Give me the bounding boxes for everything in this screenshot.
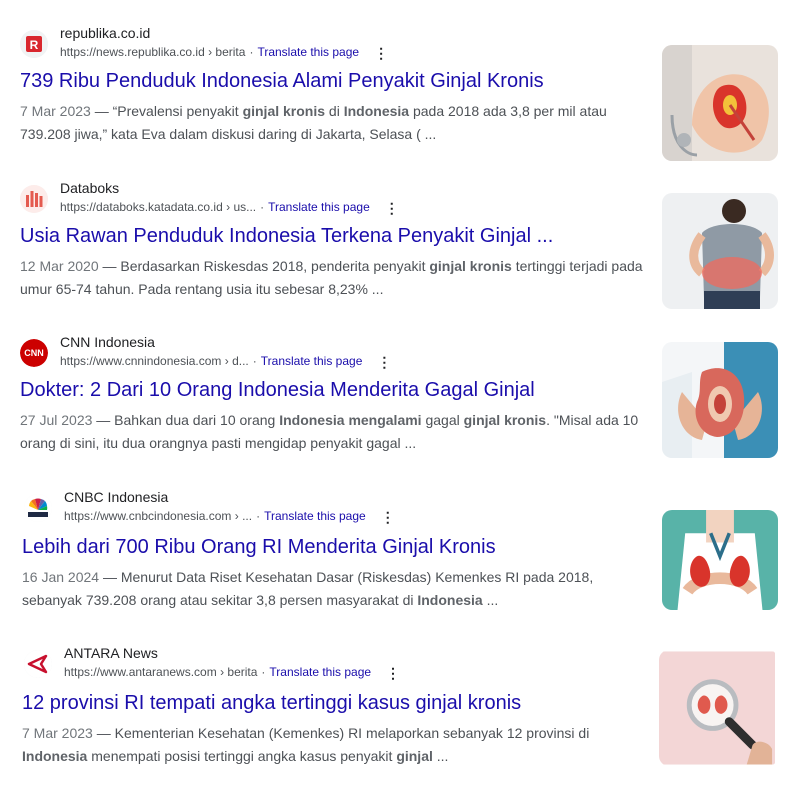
- republika-r-logo-icon: R: [20, 30, 48, 58]
- databoks-bars-icon: [20, 185, 48, 213]
- doctor-kidney-icon[interactable]: [662, 510, 778, 610]
- url-text: https://www.cnnindonesia.com › d...: [60, 354, 249, 368]
- back-pain-icon[interactable]: [662, 193, 778, 309]
- snippet-highlight: ginjal kronis: [242, 103, 326, 119]
- url-text: https://databoks.katadata.co.id › us...: [60, 200, 257, 214]
- site-name: CNBC Indonesia: [64, 489, 169, 505]
- result-snippet: 16 Jan 2024 — Menurut Data Riset Kesehat…: [22, 566, 647, 612]
- url-text: https://www.cnbcindonesia.com › ...: [64, 509, 253, 523]
- search-result: CNBC Indonesia https://www.cnbcindonesia…: [0, 489, 800, 640]
- cnbc-peacock-icon: [24, 494, 52, 522]
- search-result: R republika.co.id https://news.republika…: [0, 25, 800, 176]
- snippet-highlight: ginjal kronis: [429, 258, 512, 274]
- more-options-icon[interactable]: ⋮: [385, 666, 401, 680]
- snippet-highlight: ginjal kronis: [463, 412, 547, 428]
- result-snippet: 12 Mar 2020 — Berdasarkan Riskesdas 2018…: [20, 255, 645, 301]
- snippet-text: — Menurut Data Riset Kesehatan Dasar (Ri…: [22, 569, 594, 608]
- svg-text:CNN: CNN: [24, 348, 44, 358]
- more-options-icon[interactable]: ⋮: [380, 510, 396, 524]
- result-snippet: 27 Jul 2023 — Bahkan dua dari 10 orang I…: [20, 409, 645, 455]
- search-result: Databoks https://databoks.katadata.co.id…: [0, 180, 800, 331]
- translate-link[interactable]: Translate this page: [264, 509, 366, 523]
- snippet-date: 27 Jul 2023: [20, 412, 93, 428]
- snippet-date: 7 Mar 2023: [20, 103, 91, 119]
- snippet-text: menempati posisi tertinggi angka kasus p…: [87, 748, 397, 764]
- result-snippet: 7 Mar 2023 — “Prevalensi penyakit ginjal…: [20, 100, 645, 146]
- snippet-text: ...: [432, 748, 449, 764]
- snippet-date: 16 Jan 2024: [22, 569, 100, 585]
- site-url: https://databoks.katadata.co.id › us... ·…: [60, 200, 400, 215]
- snippet-highlight: Indonesia: [22, 748, 88, 764]
- more-options-icon[interactable]: ⋮: [373, 46, 389, 60]
- snippet-text: ...: [482, 592, 499, 608]
- result-title-link[interactable]: 739 Ribu Penduduk Indonesia Alami Penyak…: [20, 70, 544, 93]
- more-options-icon[interactable]: ⋮: [376, 355, 392, 369]
- snippet-text: di: [325, 103, 344, 119]
- snippet-text: — Bahkan dua dari 10 orang: [92, 412, 280, 428]
- result-title-link[interactable]: Usia Rawan Penduduk Indonesia Terkena Pe…: [20, 225, 553, 248]
- snippet-highlight: Indonesia: [343, 103, 410, 119]
- url-text: https://news.republika.co.id › berita: [60, 45, 246, 59]
- site-url: https://www.cnbcindonesia.com › ... · Tran…: [64, 509, 396, 524]
- kidney-in-hands-icon[interactable]: [662, 45, 778, 161]
- snippet-text: — Berdasarkan Riskesdas 2018, penderita …: [98, 258, 430, 274]
- result-snippet: 7 Mar 2023 — Kementerian Kesehatan (Keme…: [22, 722, 647, 768]
- site-url: https://www.cnnindonesia.com › d... · Tran…: [60, 354, 392, 369]
- search-result: ANTARA News https://www.antaranews.com ›…: [0, 645, 800, 796]
- separator-dot: ·: [256, 509, 261, 523]
- site-url: https://news.republika.co.id › berita · Tr…: [60, 45, 389, 60]
- antara-logo-icon: [24, 650, 52, 678]
- result-title-link[interactable]: Lebih dari 700 Ribu Orang RI Menderita G…: [22, 536, 496, 559]
- separator-dot: ·: [260, 200, 265, 214]
- translate-link[interactable]: Translate this page: [261, 354, 363, 368]
- search-result: CNN CNN Indonesia https://www.cnnindones…: [0, 334, 800, 485]
- snippet-text: — “Prevalensi penyakit: [90, 103, 243, 119]
- snippet-highlight: ginjal: [396, 748, 433, 764]
- site-url: https://www.antaranews.com › berita · Tran…: [64, 665, 401, 680]
- snippet-highlight: Indonesia: [417, 592, 483, 608]
- separator-dot: ·: [252, 354, 257, 368]
- snippet-text: — Kementerian Kesehatan (Kemenkes) RI me…: [92, 725, 590, 741]
- site-name: CNN Indonesia: [60, 334, 155, 350]
- magnifier-kidney-icon[interactable]: [659, 650, 778, 766]
- translate-link[interactable]: Translate this page: [257, 45, 359, 59]
- translate-link[interactable]: Translate this page: [269, 665, 371, 679]
- cnn-logo-icon: CNN: [20, 339, 48, 367]
- site-name: ANTARA News: [64, 645, 158, 661]
- url-text: https://www.antaranews.com › berita: [64, 665, 258, 679]
- more-options-icon[interactable]: ⋮: [384, 201, 400, 215]
- result-title-link[interactable]: Dokter: 2 Dari 10 Orang Indonesia Mender…: [20, 379, 535, 402]
- svg-text:R: R: [30, 38, 39, 52]
- snippet-highlight: Indonesia mengalami: [279, 412, 422, 428]
- result-title-link[interactable]: 12 provinsi RI tempati angka tertinggi k…: [22, 692, 521, 715]
- snippet-text: gagal: [421, 412, 464, 428]
- translate-link[interactable]: Translate this page: [268, 200, 370, 214]
- kidney-model-hands-icon[interactable]: [662, 342, 778, 458]
- separator-dot: ·: [249, 45, 254, 59]
- snippet-date: 7 Mar 2023: [22, 725, 93, 741]
- separator-dot: ·: [261, 665, 266, 679]
- site-name: Databoks: [60, 180, 120, 196]
- snippet-date: 12 Mar 2020: [20, 258, 99, 274]
- site-name: republika.co.id: [60, 25, 151, 41]
